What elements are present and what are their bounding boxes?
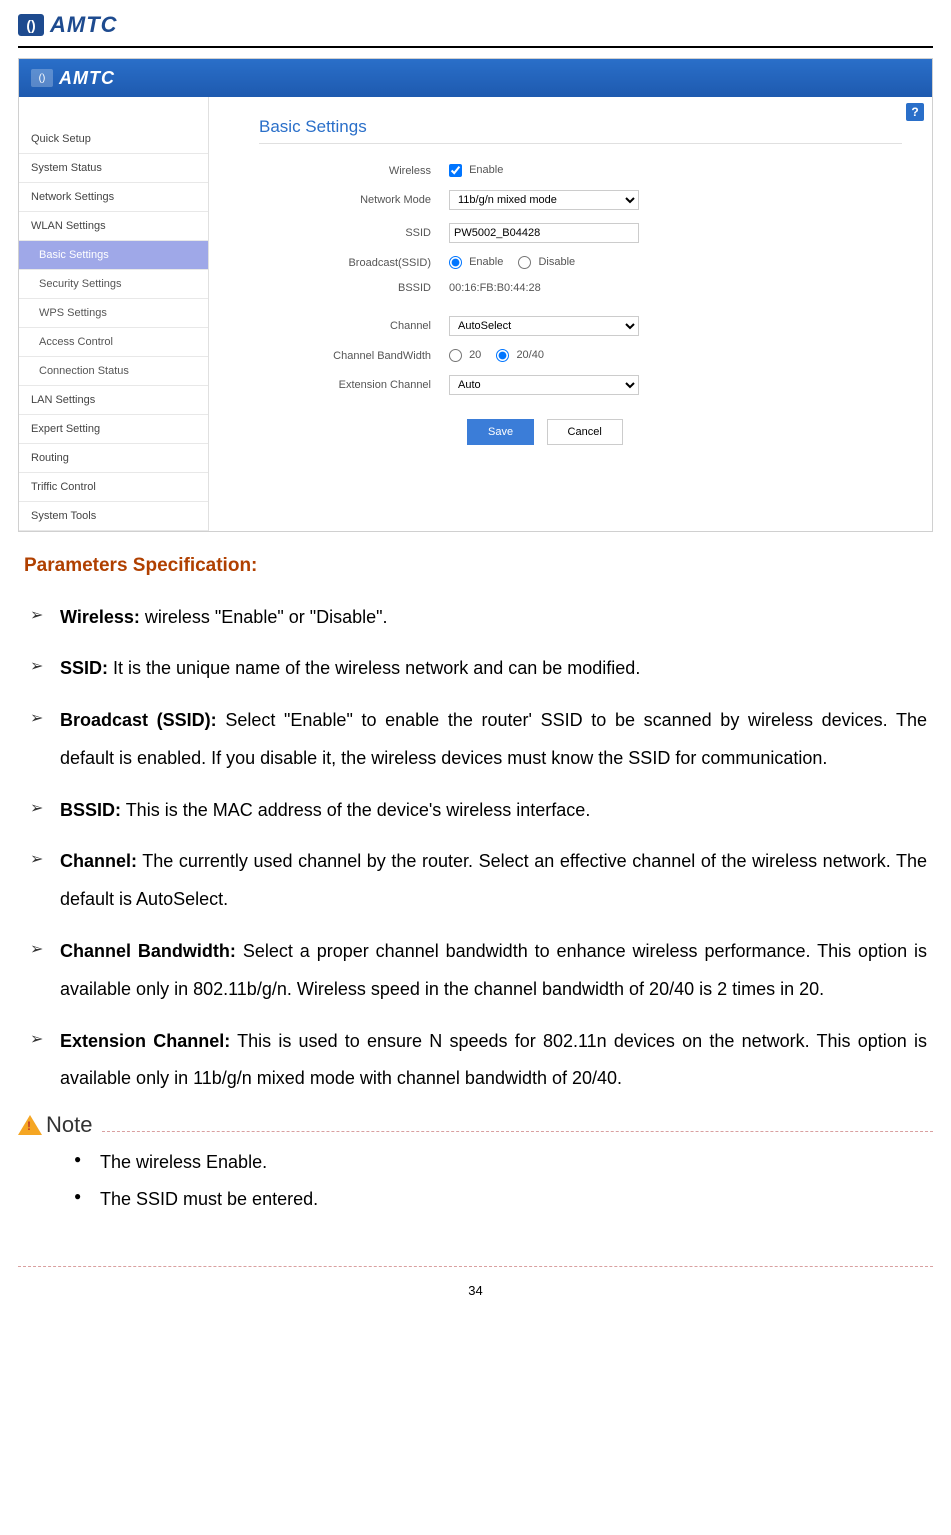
note-list: The wireless Enable. The SSID must be en… <box>18 1138 933 1240</box>
note-divider <box>102 1131 933 1132</box>
parameters-list: Wireless: wireless "Enable" or "Disable"… <box>24 599 927 1099</box>
sidebar-item-system-tools[interactable]: System Tools <box>19 502 208 531</box>
footer-divider <box>18 1266 933 1267</box>
bssid-label: BSSID <box>259 282 449 294</box>
broadcast-disable-radio[interactable]: Disable <box>518 256 575 268</box>
param-bandwidth: Channel Bandwidth: Select a proper chann… <box>24 933 927 1009</box>
sidebar-item-connection-status[interactable]: Connection Status <box>19 357 208 386</box>
content-title: Basic Settings <box>259 117 902 144</box>
router-ui-screenshot: () AMTC Quick Setup System Status Networ… <box>18 58 933 532</box>
bandwidth-20-radio[interactable]: 20 <box>449 349 481 361</box>
sidebar-item-security-settings[interactable]: Security Settings <box>19 270 208 299</box>
sidebar-item-wps-settings[interactable]: WPS Settings <box>19 299 208 328</box>
router-topbar: () AMTC <box>19 59 932 97</box>
network-mode-label: Network Mode <box>259 194 449 206</box>
swirl-icon: () <box>18 14 44 36</box>
param-ssid: SSID: It is the unique name of the wirel… <box>24 650 927 688</box>
ssid-label: SSID <box>259 227 449 239</box>
brand-logo: () AMTC <box>18 12 933 38</box>
sidebar-item-network-settings[interactable]: Network Settings <box>19 183 208 212</box>
param-wireless: Wireless: wireless "Enable" or "Disable"… <box>24 599 927 637</box>
sidebar-item-wlan-settings[interactable]: WLAN Settings <box>19 212 208 241</box>
save-button[interactable]: Save <box>467 419 534 445</box>
channel-label: Channel <box>259 320 449 332</box>
help-icon[interactable]: ? <box>906 103 924 121</box>
broadcast-enable-radio[interactable]: Enable <box>449 256 503 268</box>
sidebar-item-traffic-control[interactable]: Triffic Control <box>19 473 208 502</box>
note-item: The wireless Enable. <box>74 1152 933 1173</box>
sidebar-item-lan-settings[interactable]: LAN Settings <box>19 386 208 415</box>
param-bssid: BSSID: This is the MAC address of the de… <box>24 792 927 830</box>
network-mode-select[interactable]: 11b/g/n mixed mode <box>449 190 639 210</box>
router-brand: AMTC <box>59 68 115 89</box>
broadcast-label: Broadcast(SSID) <box>259 257 449 269</box>
sidebar-item-basic-settings[interactable]: Basic Settings <box>19 241 208 270</box>
bandwidth-2040-radio[interactable]: 20/40 <box>496 349 544 361</box>
sidebar-nav: Quick Setup System Status Network Settin… <box>19 97 209 531</box>
note-section: Note The wireless Enable. The SSID must … <box>18 1112 933 1240</box>
channel-select[interactable]: AutoSelect <box>449 316 639 336</box>
document-body: Parameters Specification: Wireless: wire… <box>0 532 951 1098</box>
page-number: 34 <box>18 1283 933 1298</box>
ssid-input[interactable] <box>449 223 639 243</box>
swirl-icon: () <box>31 69 53 87</box>
page-footer: 34 <box>18 1266 933 1298</box>
bssid-value: 00:16:FB:B0:44:28 <box>449 282 541 294</box>
sidebar-item-system-status[interactable]: System Status <box>19 154 208 183</box>
wireless-label: Wireless <box>259 165 449 177</box>
ext-channel-label: Extension Channel <box>259 379 449 391</box>
brand-text: AMTC <box>50 12 118 38</box>
bandwidth-label: Channel BandWidth <box>259 350 449 362</box>
page-header: () AMTC <box>0 0 951 38</box>
note-label: Note <box>46 1112 92 1138</box>
parameters-heading: Parameters Specification: <box>24 552 927 581</box>
cancel-button[interactable]: Cancel <box>547 419 623 445</box>
ext-channel-select[interactable]: Auto <box>449 375 639 395</box>
param-channel: Channel: The currently used channel by t… <box>24 843 927 919</box>
param-ext-channel: Extension Channel: This is used to ensur… <box>24 1023 927 1099</box>
note-item: The SSID must be entered. <box>74 1189 933 1210</box>
wireless-enable-checkbox[interactable]: Enable <box>449 164 503 176</box>
sidebar-item-quick-setup[interactable]: Quick Setup <box>19 125 208 154</box>
sidebar-item-access-control[interactable]: Access Control <box>19 328 208 357</box>
sidebar-item-expert-setting[interactable]: Expert Setting <box>19 415 208 444</box>
sidebar-item-routing[interactable]: Routing <box>19 444 208 473</box>
content-panel: ? Basic Settings Wireless Enable Network… <box>209 97 932 531</box>
param-broadcast: Broadcast (SSID): Select "Enable" to ena… <box>24 702 927 778</box>
header-divider <box>18 46 933 48</box>
warning-icon <box>18 1115 42 1135</box>
